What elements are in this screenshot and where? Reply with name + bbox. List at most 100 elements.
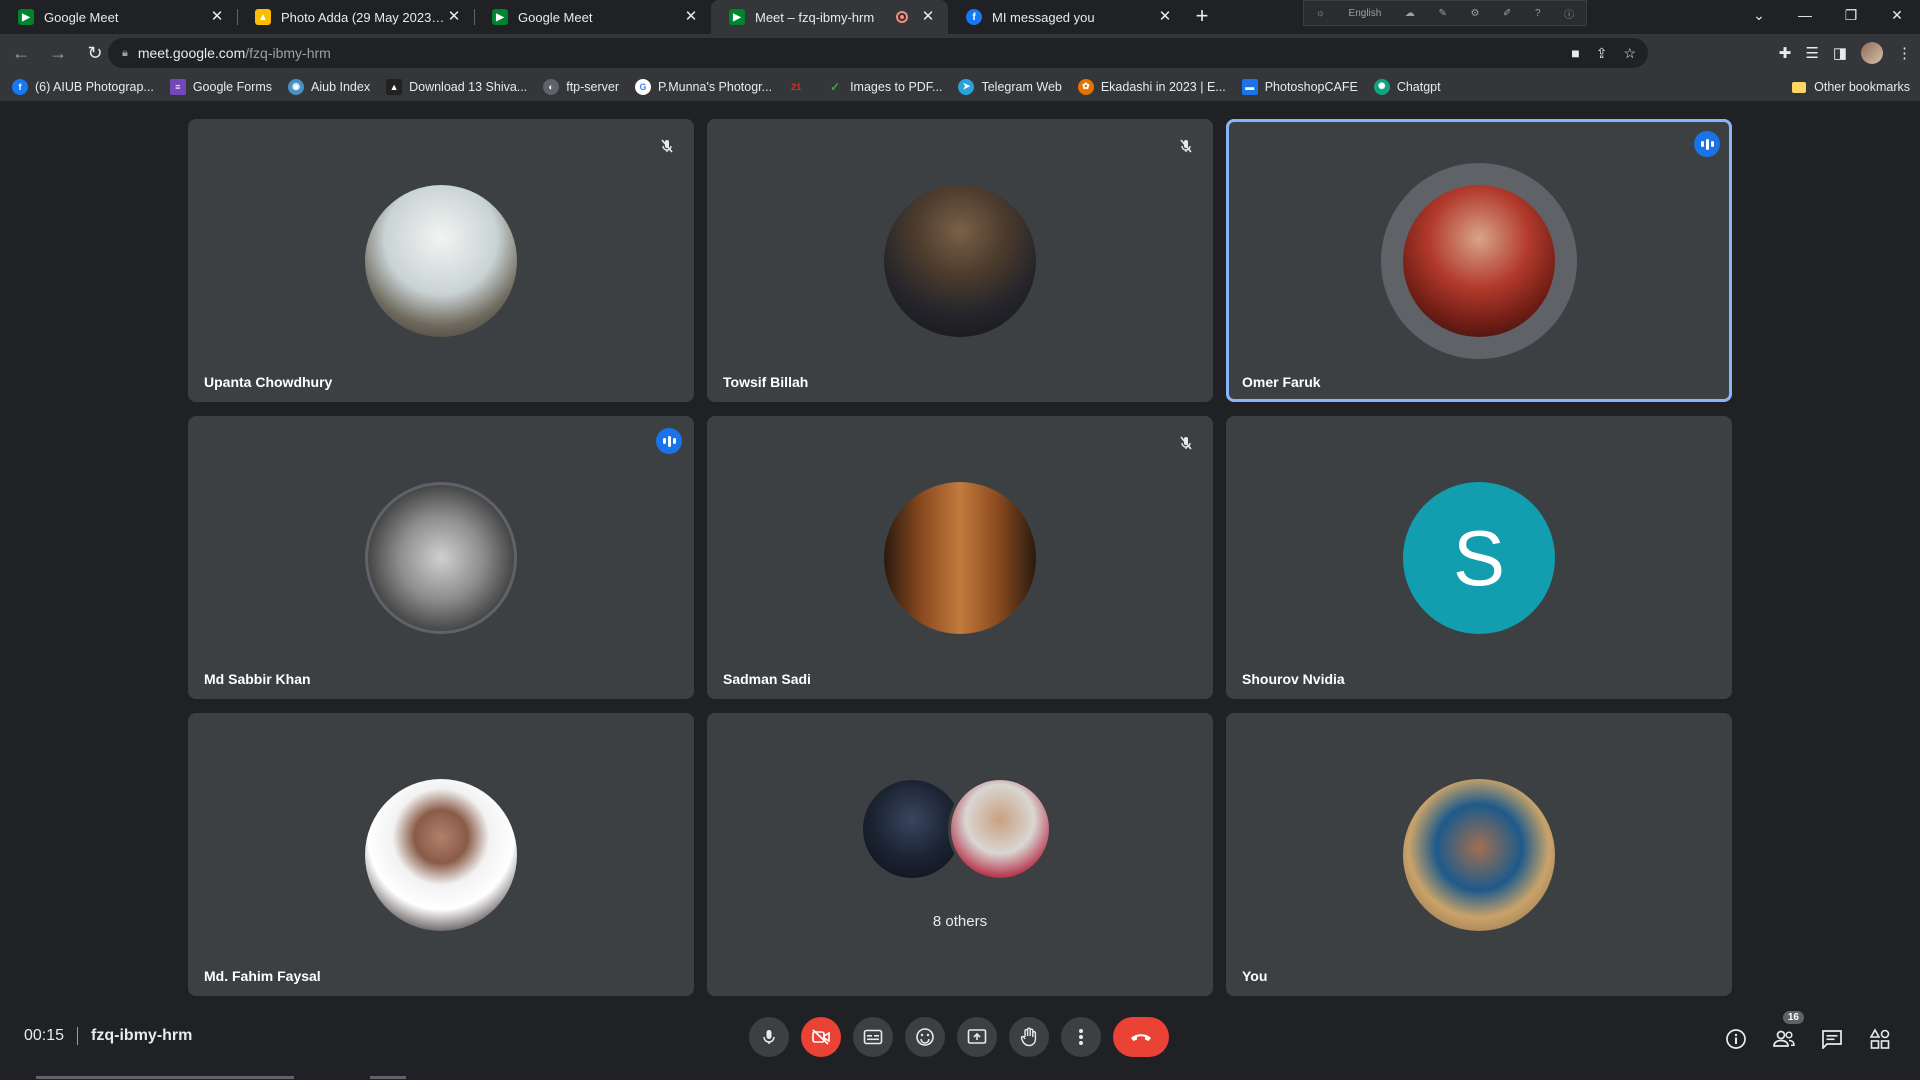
drive-favicon-icon: ▲: [255, 9, 271, 25]
more-options-button[interactable]: [1061, 1017, 1101, 1057]
participant-name: Shourov Nvidia: [1242, 671, 1345, 687]
horizontal-scrollbar[interactable]: [36, 1076, 294, 1079]
tab-search-icon[interactable]: ⌄: [1736, 0, 1782, 30]
side-panel-icon[interactable]: ◨: [1833, 44, 1847, 62]
bookmark-label: Aiub Index: [311, 79, 371, 94]
language-widget[interactable]: ☼ English ☁ ✎ ⚙ ✐ ? ⓘ: [1303, 0, 1587, 26]
participant-avatar: [365, 779, 517, 931]
bookmark-item[interactable]: 21: [788, 79, 811, 95]
bookmark-item[interactable]: ✺ Chatgpt: [1373, 78, 1441, 95]
participant-letter-avatar: S: [1403, 482, 1555, 634]
browser-tab-active[interactable]: ▶ Meet – fzq-ibmy-hrm ✕: [711, 0, 948, 34]
bookmark-label: P.Munna's Photogr...: [658, 79, 773, 94]
close-window-icon[interactable]: ✕: [1874, 0, 1920, 30]
participant-avatar: [1403, 779, 1555, 931]
site-icon: 21: [791, 81, 802, 92]
camera-in-use-icon[interactable]: ■: [1571, 45, 1579, 61]
participant-tile[interactable]: Upanta Chowdhury: [188, 119, 694, 402]
captions-button[interactable]: [853, 1017, 893, 1057]
edit-icon: ✐: [1503, 7, 1512, 19]
bookmark-star-icon[interactable]: ☆: [1623, 45, 1636, 62]
participant-tile-speaking[interactable]: Omer Faruk: [1226, 119, 1732, 402]
bookmark-label: Download 13 Shiva...: [409, 79, 528, 94]
share-icon[interactable]: ⇪: [1596, 45, 1608, 62]
bookmarks-bar: f (6) AIUB Photograp... ≡ Google Forms ◉ Ai…: [0, 72, 1920, 102]
bookmark-item[interactable]: ◐ ftp-server: [543, 78, 619, 95]
meet-favicon-icon: ▶: [729, 9, 745, 25]
language-label: English: [1348, 7, 1382, 19]
profile-avatar[interactable]: [1861, 42, 1883, 64]
google-icon: G: [635, 78, 652, 95]
extensions-puzzle-icon[interactable]: ✚: [1779, 44, 1792, 62]
bookmark-item[interactable]: ≡ Google Forms: [169, 78, 272, 95]
browser-tab-strip: ▶ Google Meet ✕ ▲ Photo Adda (29 May 202…: [0, 0, 1920, 34]
lock-icon[interactable]: 🔒︎: [122, 47, 128, 60]
browser-tab[interactable]: ▶ Google Meet ✕: [0, 0, 237, 34]
meet-favicon-icon: ▶: [492, 9, 508, 25]
raise-hand-button[interactable]: [1009, 1017, 1049, 1057]
restore-icon[interactable]: ❐: [1828, 0, 1874, 30]
bookmark-item[interactable]: ✓ Images to PDF...: [827, 79, 942, 95]
address-bar[interactable]: 🔒︎ meet.google.com/fzq-ibmy-hrm ■ ⇪ ☆: [108, 38, 1648, 68]
meeting-code: fzq-ibmy-hrm: [91, 1027, 193, 1044]
back-arrow-icon[interactable]: ←: [5, 37, 37, 69]
bookmark-label: Chatgpt: [1396, 79, 1441, 94]
reload-icon[interactable]: ↻: [79, 37, 111, 69]
participant-name: Md. Fahim Faysal: [204, 968, 321, 984]
minimize-icon[interactable]: —: [1782, 0, 1828, 30]
bookmark-item[interactable]: ✿ Ekadashi in 2023 | E...: [1077, 78, 1226, 95]
participant-tile[interactable]: Md. Fahim Faysal: [188, 713, 694, 996]
bookmark-item[interactable]: G P.Munna's Photogr...: [635, 78, 773, 95]
url-host: meet.google.com: [137, 45, 246, 61]
window-controls: ⌄ — ❐ ✕: [1736, 0, 1920, 30]
other-bookmarks[interactable]: Other bookmarks: [1792, 72, 1910, 102]
others-avatar-group: [860, 777, 1060, 881]
bookmark-item[interactable]: ◉ Aiub Index: [288, 78, 371, 95]
activities-button[interactable]: [1858, 1017, 1902, 1061]
participant-tile[interactable]: Sadman Sadi: [707, 416, 1213, 699]
chat-icon: [1822, 1030, 1842, 1049]
participant-tile[interactable]: Md Sabbir Khan: [188, 416, 694, 699]
meeting-details-button[interactable]: [1714, 1017, 1758, 1061]
participant-tile[interactable]: S Shourov Nvidia: [1226, 416, 1732, 699]
muted-mic-icon: [1173, 133, 1199, 159]
folder-icon: [1792, 81, 1807, 93]
close-tab-icon[interactable]: ✕: [683, 9, 699, 25]
telegram-icon: ➤: [958, 78, 975, 95]
chrome-menu-icon[interactable]: ⋮: [1897, 44, 1912, 62]
present-screen-button[interactable]: [957, 1017, 997, 1057]
browser-tab[interactable]: ▲ Photo Adda (29 May 2023) - Goo ✕: [237, 0, 474, 34]
leave-call-button[interactable]: [1113, 1017, 1169, 1057]
browser-tab[interactable]: ▶ Google Meet ✕: [474, 0, 711, 34]
bookmark-item[interactable]: ▬ PhotoshopCAFE: [1241, 78, 1358, 95]
microphone-button[interactable]: [749, 1017, 789, 1057]
ekadashi-icon: ✿: [1077, 78, 1094, 95]
bookmark-item[interactable]: ▲ Download 13 Shiva...: [386, 78, 528, 95]
more-vert-icon: [1079, 1029, 1083, 1045]
chat-button[interactable]: [1810, 1017, 1854, 1061]
bookmark-item[interactable]: ➤ Telegram Web: [958, 78, 1062, 95]
horizontal-scrollbar-segment: [370, 1076, 406, 1079]
meeting-stage: Upanta Chowdhury Towsif Billah Omer Faru…: [0, 102, 1920, 997]
close-tab-icon[interactable]: ✕: [920, 9, 936, 25]
forward-arrow-icon[interactable]: →: [42, 37, 74, 69]
browser-tab[interactable]: f MI messaged you ✕: [948, 0, 1185, 34]
close-tab-icon[interactable]: ✕: [446, 9, 462, 25]
close-tab-icon[interactable]: ✕: [1157, 9, 1173, 25]
participant-tile[interactable]: Towsif Billah: [707, 119, 1213, 402]
others-tile[interactable]: 8 others: [707, 713, 1213, 996]
camera-off-button[interactable]: [801, 1017, 841, 1057]
close-tab-icon[interactable]: ✕: [209, 9, 225, 25]
self-tile[interactable]: You: [1226, 713, 1732, 996]
participant-avatar: [884, 185, 1036, 337]
chatgpt-icon: ✺: [1373, 78, 1390, 95]
people-button[interactable]: 16: [1762, 1011, 1806, 1061]
participant-name: Md Sabbir Khan: [204, 671, 311, 687]
new-tab-button[interactable]: +: [1185, 0, 1219, 34]
bookmark-item[interactable]: f (6) AIUB Photograp...: [12, 78, 154, 95]
aiub-icon: ◉: [288, 78, 305, 95]
reactions-button[interactable]: [905, 1017, 945, 1057]
media-queue-icon[interactable]: ☰: [1805, 44, 1818, 62]
tool-icon: ✎: [1438, 7, 1447, 19]
camera-off-icon: [812, 1029, 830, 1045]
